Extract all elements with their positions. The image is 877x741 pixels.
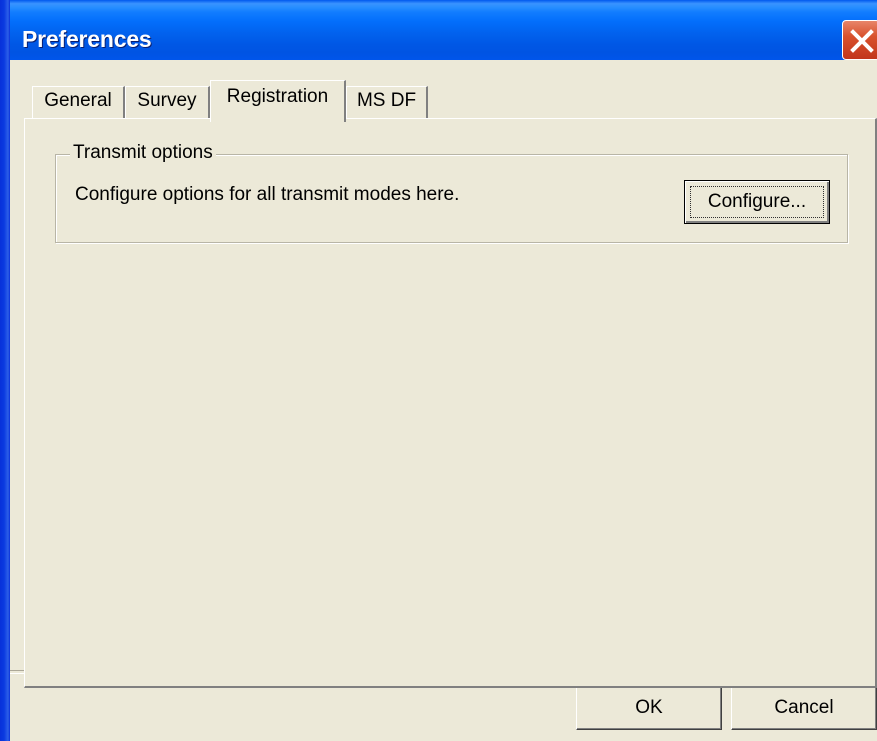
tab-general[interactable]: General [32, 86, 125, 119]
title-bar[interactable]: Preferences [0, 0, 877, 60]
tab-survey-label: Survey [137, 90, 197, 111]
dialog-body: General Survey Registration MS DF Transm… [10, 60, 877, 741]
registration-tab-panel: Transmit options Configure options for a… [24, 118, 877, 688]
close-button[interactable] [842, 20, 877, 60]
window-title: Preferences [22, 26, 152, 52]
transmit-options-description: Configure options for all transmit modes… [75, 184, 460, 205]
tab-registration[interactable]: Registration [210, 80, 346, 122]
ok-button[interactable]: OK [576, 684, 722, 730]
window-frame-left [0, 0, 10, 741]
cancel-button-label: Cancel [774, 697, 834, 718]
cancel-button[interactable]: Cancel [731, 684, 877, 730]
transmit-options-group: Transmit options Configure options for a… [55, 142, 848, 243]
transmit-options-label: Transmit options [70, 142, 216, 164]
close-x-icon [850, 29, 874, 53]
focus-rectangle [690, 186, 824, 218]
preferences-window: Preferences General Survey Registration … [0, 0, 877, 741]
tab-survey[interactable]: Survey [125, 86, 210, 119]
configure-button[interactable]: Configure... [684, 180, 830, 224]
tab-general-label: General [44, 90, 112, 111]
tab-ms-df[interactable]: MS DF [346, 86, 428, 119]
tab-ms-df-label: MS DF [356, 90, 417, 111]
tab-registration-label: Registration [226, 86, 329, 107]
ok-button-label: OK [635, 697, 663, 718]
